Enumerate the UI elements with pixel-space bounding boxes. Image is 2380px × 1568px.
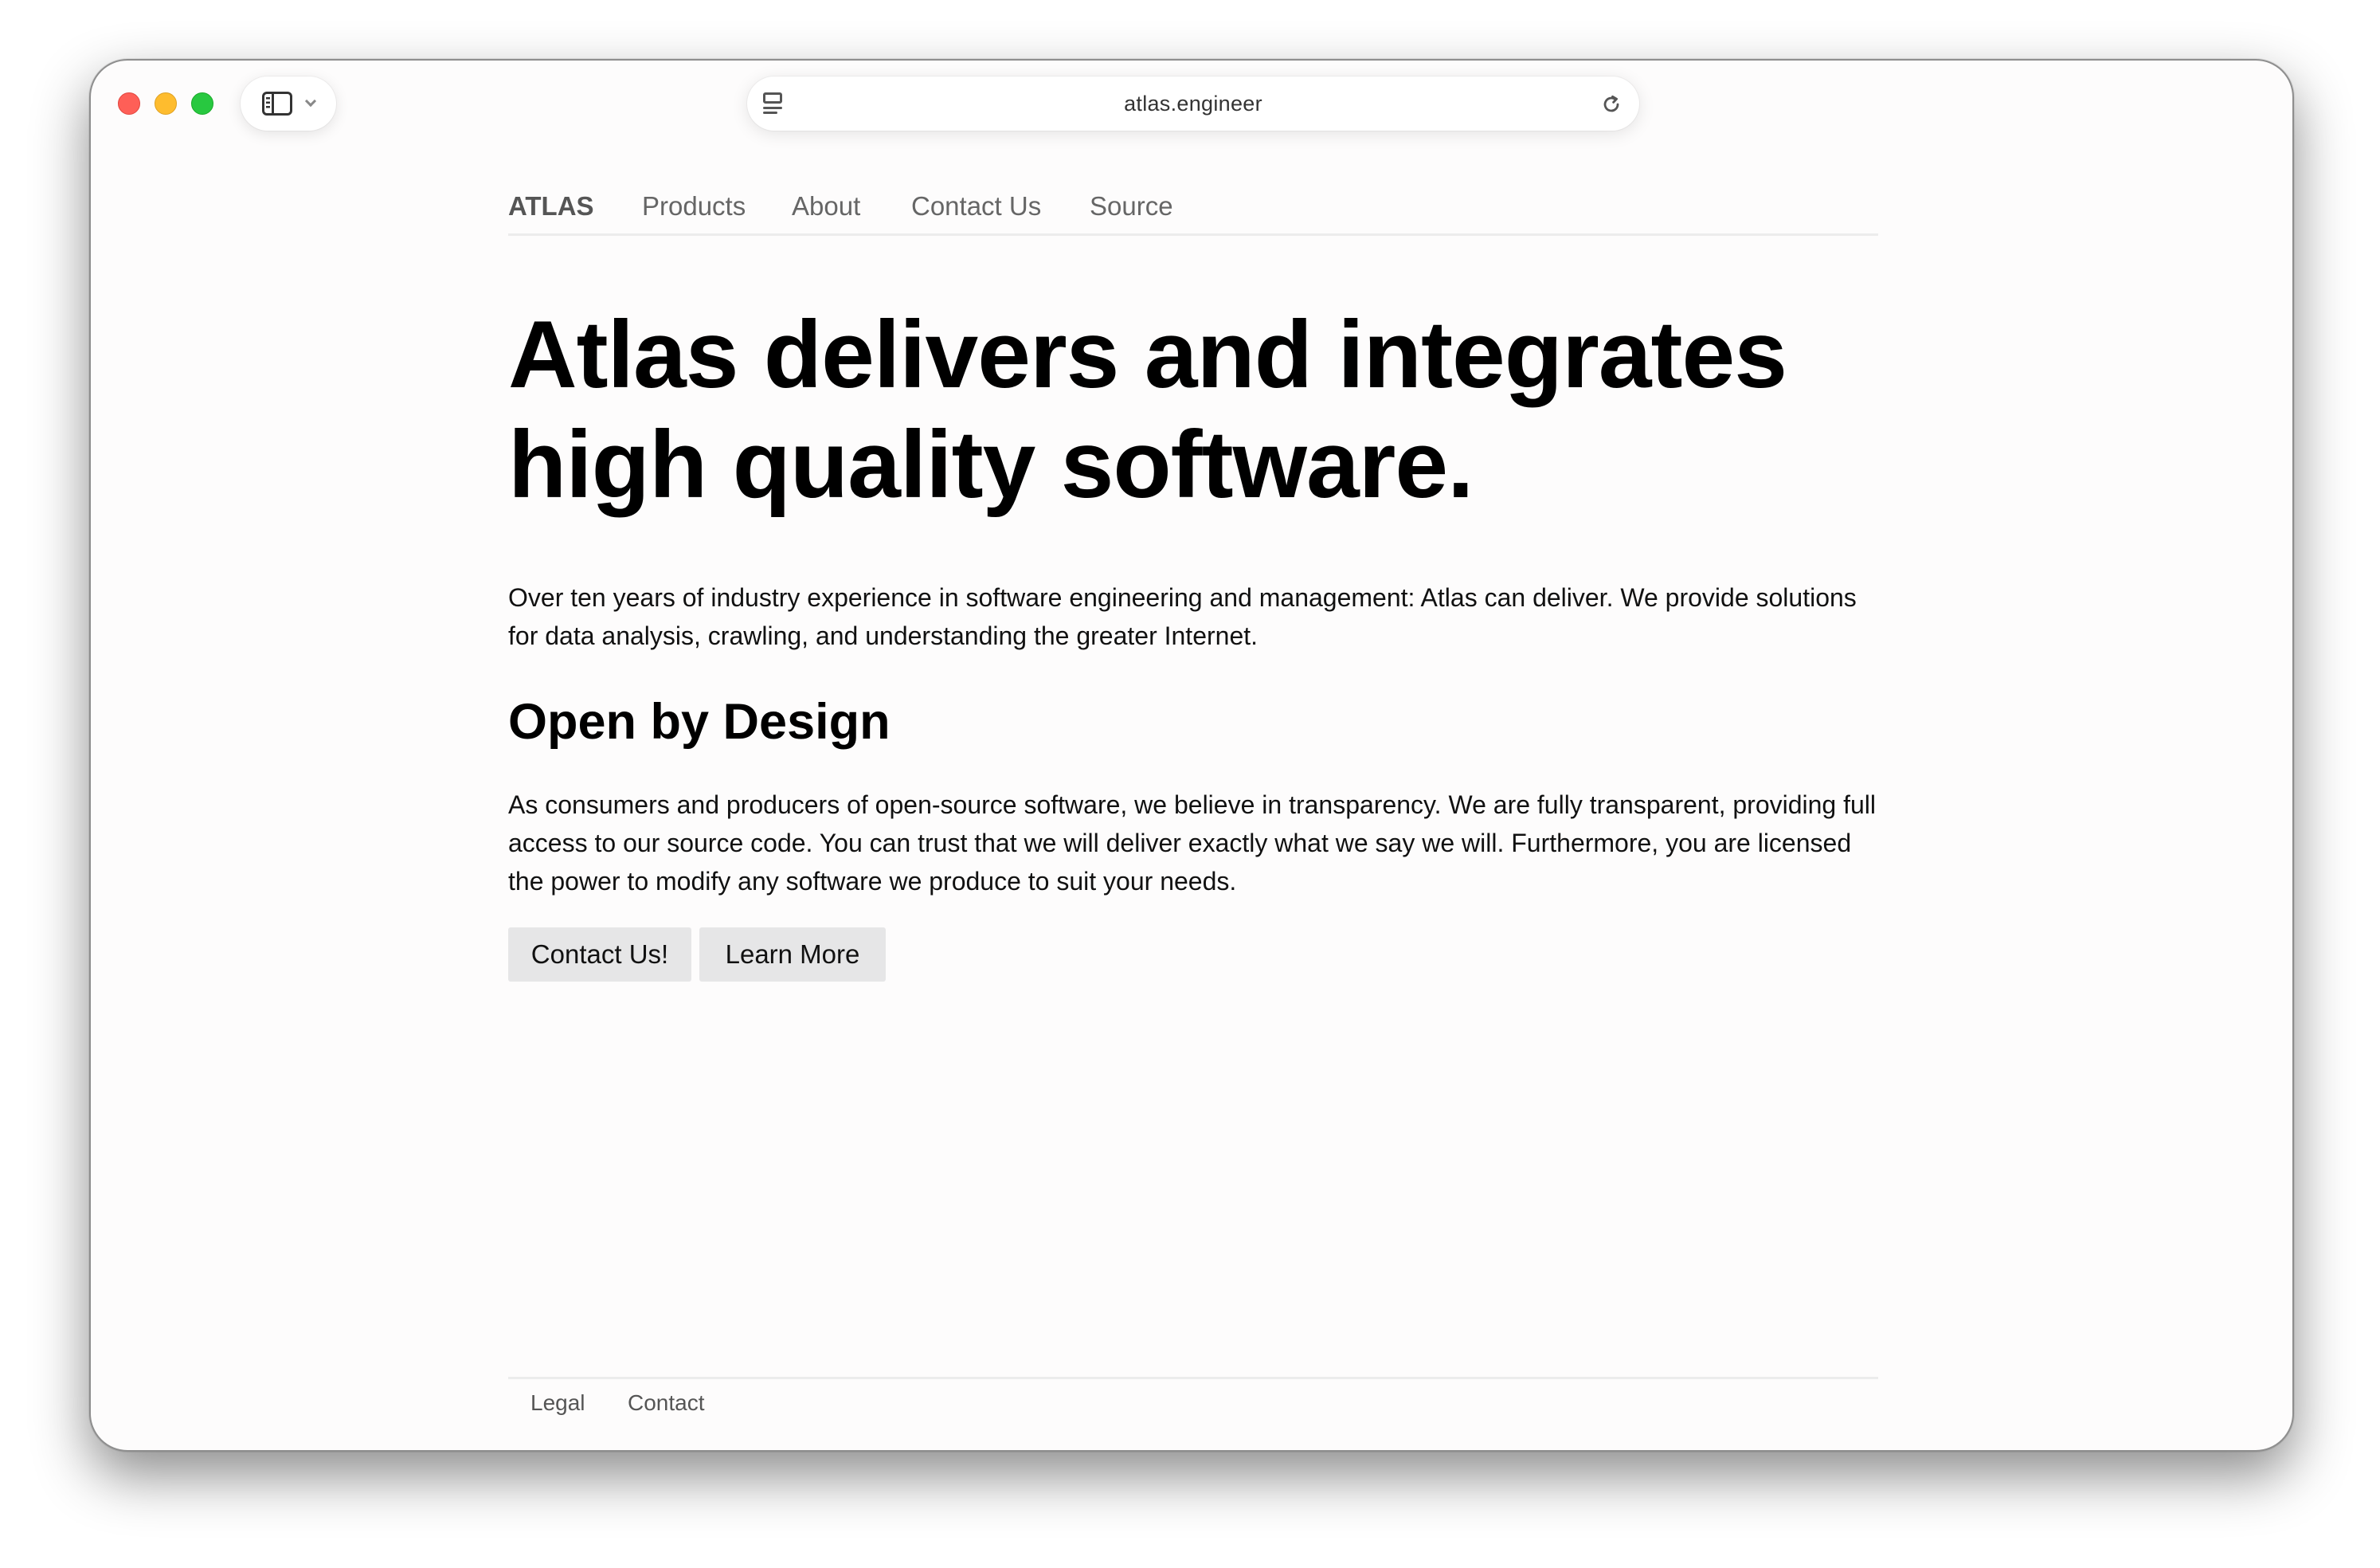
sidebar-icon (262, 92, 292, 116)
maximize-window-button[interactable] (191, 92, 213, 115)
screen: atlas.engineer ATLAS Products About Cont… (0, 0, 2380, 1568)
section-paragraph: As consumers and producers of open-sourc… (508, 790, 1877, 896)
nav-brand-atlas[interactable]: ATLAS (508, 188, 594, 225)
headline-line-2: high quality software. (508, 411, 1474, 518)
chevron-down-icon (304, 95, 317, 108)
address-bar[interactable]: atlas.engineer (747, 76, 1639, 131)
nav-item-source[interactable]: Source (1090, 188, 1173, 225)
learn-more-button[interactable]: Learn More (699, 927, 886, 982)
sidebar-toggle-button[interactable] (241, 76, 336, 131)
nav-item-contact-us[interactable]: Contact Us (911, 188, 1041, 225)
footer-link-contact[interactable]: Contact (628, 1390, 705, 1416)
headline-line-1: Atlas delivers and integrates (508, 301, 1787, 408)
intro-paragraph: Over ten years of industry experience in… (508, 583, 1857, 650)
footer-link-legal[interactable]: Legal (530, 1390, 585, 1416)
top-nav: ATLAS Products About Contact Us Source (508, 188, 1878, 236)
contact-us-button[interactable]: Contact Us! (508, 927, 691, 982)
nav-item-about[interactable]: About (792, 188, 860, 225)
reload-icon[interactable] (1601, 94, 1622, 115)
page-headline: Atlas delivers and integrates high quali… (508, 300, 1878, 519)
browser-window: atlas.engineer ATLAS Products About Cont… (89, 59, 2294, 1452)
nav-item-products[interactable]: Products (642, 188, 746, 225)
close-window-button[interactable] (118, 92, 140, 115)
minimize-window-button[interactable] (155, 92, 177, 115)
url-text[interactable]: atlas.engineer (747, 76, 1639, 131)
section-heading: Open by Design (508, 694, 891, 750)
page-footer: Legal Contact (508, 1377, 1878, 1425)
